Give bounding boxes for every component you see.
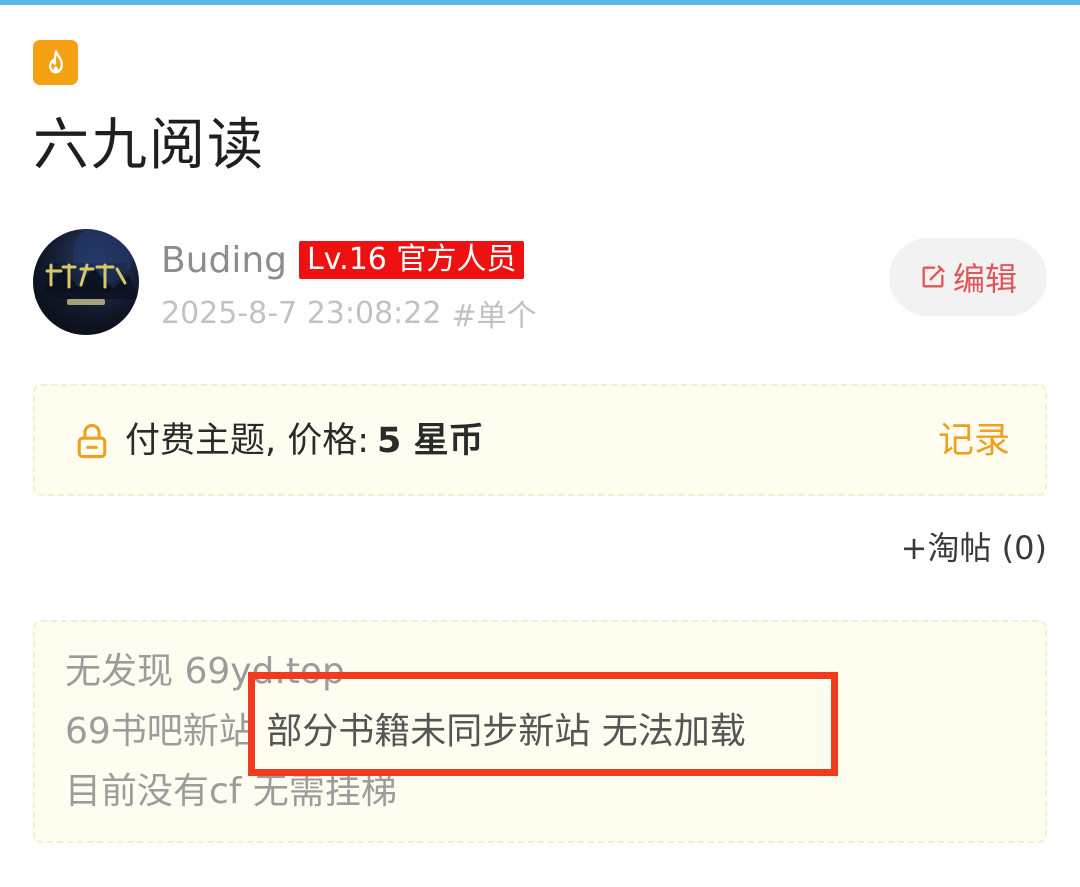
paid-topic-box: 付费主题, 价格: 5 星币 记录 [33,384,1047,496]
hot-badge [33,40,78,85]
paid-topic-text: 付费主题, 价格: 5 星币 [125,416,484,466]
flame-icon [48,49,63,74]
annotation-highlight-box [248,672,838,776]
record-link[interactable]: 记录 [938,416,1010,466]
edit-label: 编辑 [952,260,1017,298]
edit-icon [922,265,945,288]
author-name[interactable]: Buding [161,240,287,281]
edit-button[interactable]: 编辑 [889,238,1047,316]
post-datetime: 2025-8-7 23:08:22 [161,295,442,331]
author-avatar[interactable] [33,229,139,335]
content-line-2-prefix: 69书吧新站 [65,711,267,752]
author-row: Buding Lv.16 官方人员 [161,235,525,285]
post-title: 六九阅读 [33,113,265,178]
post-tag[interactable]: #单个 [451,291,536,335]
tao-tie-button[interactable]: +淘帖 (0) [901,526,1047,570]
post-meta: 2025-8-7 23:08:22 #单个 [161,291,537,335]
level-badge: Lv.16 官方人员 [299,241,525,279]
lock-icon [77,423,107,459]
paid-price: 5 星币 [377,421,484,461]
paid-label: 付费主题, 价格: [125,421,370,461]
top-accent-bar [0,0,1080,5]
